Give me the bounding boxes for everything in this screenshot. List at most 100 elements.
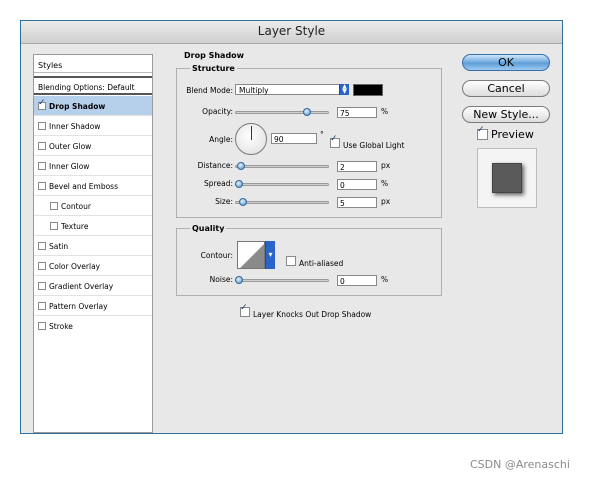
spread-slider-knob[interactable] <box>235 180 243 188</box>
layer-style-dialog: Layer Style Styles Blending Options: Def… <box>20 20 563 434</box>
style-item-label: Bevel and Emboss <box>49 182 118 191</box>
color-overlay-checkbox[interactable] <box>38 262 46 270</box>
style-item-drop-shadow[interactable]: Drop Shadow <box>34 96 152 116</box>
style-item-inner-glow[interactable]: Inner Glow <box>34 156 152 176</box>
style-item-contour[interactable]: Contour <box>34 196 152 216</box>
style-item-label: Pattern Overlay <box>49 302 108 311</box>
knockout-label: Layer Knocks Out Drop Shadow <box>253 310 372 319</box>
gradient-overlay-checkbox[interactable] <box>38 282 46 290</box>
style-item-inner-shadow[interactable]: Inner Shadow <box>34 116 152 136</box>
noise-label: Noise: <box>209 275 233 284</box>
use-global-light-label: Use Global Light <box>343 141 405 150</box>
distance-label: Distance: <box>197 161 233 170</box>
opacity-label: Opacity: <box>202 107 233 116</box>
blend-mode-value: Multiply <box>239 86 269 95</box>
drop-shadow-group-title: Drop Shadow <box>182 51 247 60</box>
styles-list: Styles Blending Options: Default Drop Sh… <box>33 54 153 433</box>
distance-unit: px <box>381 161 391 170</box>
size-unit: px <box>381 197 391 206</box>
bevel-emboss-checkbox[interactable] <box>38 182 46 190</box>
blending-options-item[interactable]: Blending Options: Default <box>34 76 152 95</box>
shadow-color-swatch[interactable] <box>353 84 383 96</box>
structure-title: Structure <box>190 64 237 73</box>
style-item-label: Inner Glow <box>49 162 90 171</box>
opacity-slider[interactable] <box>235 111 329 114</box>
knockout-checkbox[interactable] <box>240 303 250 317</box>
ok-button[interactable]: OK <box>462 54 550 71</box>
inner-glow-checkbox[interactable] <box>38 162 46 170</box>
preview-thumbnail <box>477 148 537 208</box>
distance-slider-knob[interactable] <box>237 162 245 170</box>
style-item-color-overlay[interactable]: Color Overlay <box>34 256 152 276</box>
style-item-satin[interactable]: Satin <box>34 236 152 256</box>
opacity-slider-knob[interactable] <box>303 108 311 116</box>
use-global-light-control[interactable]: Use Global Light <box>330 133 404 152</box>
style-item-stroke[interactable]: Stroke <box>34 316 152 336</box>
knockout-control[interactable]: Layer Knocks Out Drop Shadow <box>240 302 371 321</box>
style-item-pattern-overlay[interactable]: Pattern Overlay <box>34 296 152 316</box>
contour-curve-icon <box>238 242 264 268</box>
new-style-button[interactable]: New Style... <box>462 106 550 123</box>
satin-checkbox[interactable] <box>38 242 46 250</box>
inner-shadow-checkbox[interactable] <box>38 122 46 130</box>
blending-options-label: Blending Options: Default <box>38 83 135 92</box>
contour-checkbox[interactable] <box>50 202 58 210</box>
anti-aliased-control[interactable]: Anti-aliased <box>286 251 343 270</box>
style-item-outer-glow[interactable]: Outer Glow <box>34 136 152 156</box>
pattern-overlay-checkbox[interactable] <box>38 302 46 310</box>
blend-mode-select[interactable]: Multiply <box>235 84 349 95</box>
style-item-label: Gradient Overlay <box>49 282 114 291</box>
window-title: Layer Style <box>257 24 326 38</box>
spread-label: Spread: <box>204 179 233 188</box>
style-item-label: Color Overlay <box>49 262 101 271</box>
cancel-button[interactable]: Cancel <box>462 80 550 97</box>
spread-slider[interactable] <box>235 183 329 186</box>
styles-header: Styles <box>34 55 152 73</box>
blend-mode-label: Blend Mode: <box>186 86 233 95</box>
contour-picker[interactable] <box>237 241 265 269</box>
angle-input[interactable]: 90 <box>271 133 317 144</box>
contour-label: Contour: <box>200 251 233 260</box>
preview-label: Preview <box>491 128 534 141</box>
use-global-light-checkbox[interactable] <box>330 134 340 148</box>
drop-shadow-checkbox[interactable] <box>38 98 46 110</box>
size-input[interactable]: 5 <box>337 197 377 208</box>
size-slider-knob[interactable] <box>239 198 247 206</box>
style-item-gradient-overlay[interactable]: Gradient Overlay <box>34 276 152 296</box>
anti-aliased-checkbox[interactable] <box>286 255 296 266</box>
style-item-bevel-emboss[interactable]: Bevel and Emboss <box>34 176 152 196</box>
spread-input[interactable]: 0 <box>337 179 377 190</box>
angle-dial[interactable] <box>235 123 267 155</box>
stroke-checkbox[interactable] <box>38 322 46 330</box>
texture-checkbox[interactable] <box>50 222 58 230</box>
style-item-label: Drop Shadow <box>49 102 106 111</box>
style-item-texture[interactable]: Texture <box>34 216 152 236</box>
style-item-label: Inner Shadow <box>49 122 101 131</box>
title-bar[interactable]: Layer Style <box>21 21 562 44</box>
noise-input[interactable]: 0 <box>337 275 377 286</box>
opacity-input[interactable]: 75 <box>337 107 377 118</box>
contour-dropdown-icon[interactable]: ▾ <box>265 241 275 269</box>
preview-checkbox[interactable] <box>477 125 488 140</box>
style-item-label: Outer Glow <box>49 142 92 151</box>
preview-swatch <box>492 163 522 193</box>
angle-dial-needle <box>251 126 252 140</box>
style-item-label: Satin <box>49 242 69 251</box>
chevron-updown-icon[interactable]: ▲ ▼ <box>339 84 349 95</box>
angle-label: Angle: <box>209 135 233 144</box>
angle-unit: ° <box>320 130 324 139</box>
style-item-label: Texture <box>61 222 89 231</box>
outer-glow-checkbox[interactable] <box>38 142 46 150</box>
distance-input[interactable]: 2 <box>337 161 377 172</box>
style-item-label: Contour <box>61 202 91 211</box>
anti-aliased-label: Anti-aliased <box>299 259 344 268</box>
noise-slider[interactable] <box>235 279 329 282</box>
preview-control[interactable]: Preview <box>477 125 534 141</box>
size-label: Size: <box>215 197 233 206</box>
distance-slider[interactable] <box>235 165 329 168</box>
opacity-unit: % <box>381 107 389 116</box>
size-slider[interactable] <box>235 201 329 204</box>
noise-unit: % <box>381 275 389 284</box>
quality-title: Quality <box>190 224 227 233</box>
noise-slider-knob[interactable] <box>235 276 243 284</box>
